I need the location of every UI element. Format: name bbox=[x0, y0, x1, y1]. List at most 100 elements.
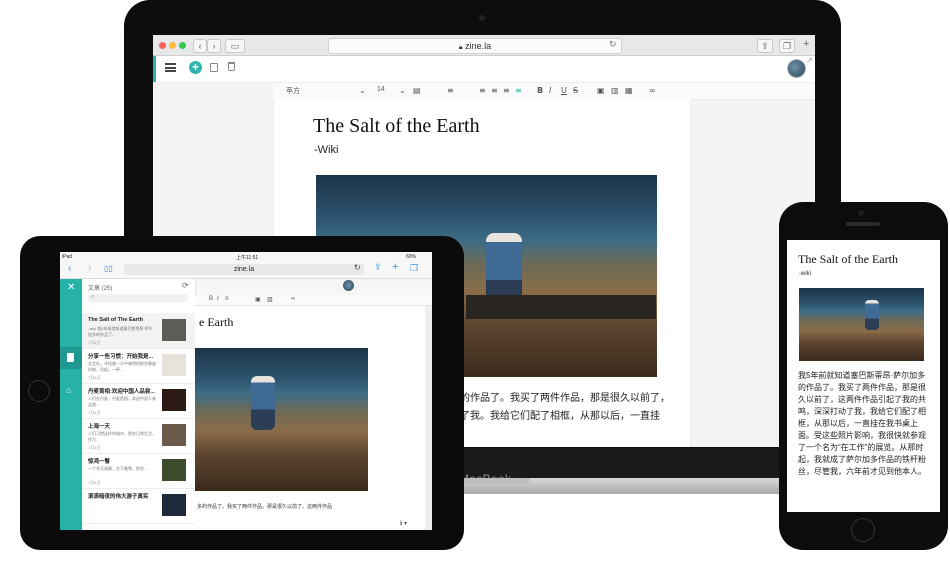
article-list-item[interactable]: 滚滚暗夜的伟大游子真实 bbox=[82, 488, 195, 524]
article-list-panel: 文章 (25) ⟳ ⌕ The Salt of The Earth -wiki 我… bbox=[82, 279, 196, 530]
article-list-item[interactable]: 上海一天 人们习惯这样的城市，那些日常生活，作为... 7月4日 bbox=[82, 418, 195, 454]
reload-icon[interactable]: ↻ bbox=[354, 263, 361, 272]
lock-icon: 🔒︎ bbox=[458, 44, 463, 51]
chevron-down-icon: ⌄ bbox=[399, 86, 406, 95]
battery-level: 60% bbox=[406, 254, 417, 260]
article-list-item[interactable]: 丹麦首相:欢迎中国人品尝... 人们在丹麦，丹麦首相，欢迎中国人来品尝... 7月4… bbox=[82, 383, 195, 419]
link-icon[interactable]: ∞ bbox=[649, 86, 656, 95]
doc-subtitle: -wiki bbox=[799, 271, 811, 277]
article-thumbnail bbox=[162, 319, 186, 341]
bold-icon[interactable]: B bbox=[537, 86, 543, 95]
doc-subtitle: -Wiki bbox=[314, 144, 339, 156]
article-list-item[interactable]: The Salt of The Earth -wiki 我5年前就知道塞巴斯蒂昂·… bbox=[82, 313, 195, 349]
article-excerpt: 一个冬天清晨，在下着雪，那些... bbox=[88, 466, 148, 471]
address-bar[interactable]: 🔒︎ zine.la bbox=[328, 38, 622, 54]
doc-photo bbox=[195, 348, 368, 491]
align-icon[interactable]: ≡ bbox=[225, 296, 229, 302]
sidebar-toggle-icon[interactable]: ▭ bbox=[225, 39, 245, 53]
line-spacing-icon[interactable]: ≡ bbox=[447, 86, 454, 95]
accent-strip bbox=[153, 56, 156, 82]
article-excerpt: 总会在，寻找着一天中难得的那些静谧时刻，早起，一杯... bbox=[88, 361, 156, 372]
home-button[interactable] bbox=[851, 518, 875, 542]
photographer-figure bbox=[251, 376, 275, 430]
list-icon[interactable]: ▤ bbox=[413, 86, 421, 95]
tablet-format-toolbar: B I ≡ ▣ ▥ ∞ bbox=[195, 280, 432, 306]
align-justify-icon[interactable]: ≡ bbox=[515, 86, 522, 95]
underline-icon[interactable]: U bbox=[561, 86, 567, 95]
phone-camera bbox=[858, 210, 864, 216]
strikethrough-icon[interactable]: S bbox=[573, 86, 578, 95]
chevron-down-icon: ⌄ bbox=[359, 86, 366, 95]
nav-articles[interactable] bbox=[60, 347, 82, 369]
article-excerpt: 人们习惯这样的城市，那些日常生活，作为... bbox=[88, 431, 156, 442]
quote-icon[interactable]: ▥ bbox=[267, 296, 273, 303]
bold-icon[interactable]: B bbox=[209, 296, 213, 302]
scrollbar[interactable] bbox=[425, 306, 432, 530]
article-excerpt: -wiki 我5年前就知道塞巴斯蒂昂·萨尔加多的作品了... bbox=[88, 326, 153, 337]
forward-button[interactable]: › bbox=[207, 39, 221, 53]
home-button[interactable] bbox=[28, 380, 50, 402]
italic-icon[interactable]: I bbox=[217, 296, 219, 302]
minimize-window-button[interactable] bbox=[169, 42, 176, 49]
new-tab-icon[interactable]: + bbox=[392, 261, 398, 273]
doc-body: 我5年前就知道塞巴斯蒂昂·萨尔加多的作品了。我买了两件作品，那是很久以前了，这两… bbox=[798, 371, 926, 476]
tabs-icon[interactable]: ❐ bbox=[410, 263, 418, 274]
doc-title: The Salt of the Earth bbox=[798, 252, 898, 266]
font-size-select[interactable]: 14 bbox=[377, 86, 385, 93]
status-bar: iPad 上午11:51 60% bbox=[60, 252, 432, 261]
info-icon[interactable]: ℹ ▾ bbox=[400, 520, 407, 527]
zoom-window-button[interactable] bbox=[179, 42, 186, 49]
link-icon[interactable]: ∞ bbox=[291, 296, 295, 302]
save-icon[interactable] bbox=[210, 63, 218, 72]
tag-icon[interactable]: ⌂ bbox=[66, 385, 71, 395]
doc-body-line: 多的作品了。我买了两件作品，那是很久以前了。这两件作品 bbox=[197, 504, 333, 510]
article-search-input[interactable]: ⌕ bbox=[88, 294, 188, 302]
article-thumbnail bbox=[162, 459, 186, 481]
bookmarks-icon[interactable]: ▯▯ bbox=[104, 264, 113, 273]
new-tab-icon[interactable]: + bbox=[803, 38, 809, 50]
align-center-icon[interactable]: ≡ bbox=[491, 86, 498, 95]
close-window-button[interactable] bbox=[159, 42, 166, 49]
avatar[interactable] bbox=[343, 280, 354, 291]
table-icon[interactable]: ▦ bbox=[625, 86, 633, 95]
article-date: 7月4日 bbox=[88, 480, 101, 485]
back-button[interactable]: ‹ bbox=[193, 39, 207, 53]
tablet-nav-rail: ✕ ⌂ bbox=[60, 279, 82, 530]
expand-icon[interactable]: ↗ bbox=[806, 56, 813, 65]
photographer-figure bbox=[865, 300, 879, 330]
align-left-icon[interactable]: ≡ bbox=[479, 86, 486, 95]
quote-icon[interactable]: ▥ bbox=[611, 86, 619, 95]
article-thumbnail bbox=[162, 389, 186, 411]
phone-screen[interactable]: The Salt of the Earth -wiki 我5年前就知道塞巴斯蒂昂… bbox=[787, 240, 940, 512]
add-icon[interactable]: + bbox=[189, 61, 202, 74]
search-icon: ⌕ bbox=[91, 294, 95, 300]
article-date: 7月4日 bbox=[88, 410, 101, 415]
back-icon[interactable]: ‹ bbox=[68, 263, 71, 274]
image-icon[interactable]: ▣ bbox=[597, 86, 605, 95]
article-list-item[interactable]: 惊鸿一瞥 一个冬天清晨，在下着雪，那些... 7月4日 bbox=[82, 453, 195, 489]
phone-speaker bbox=[846, 222, 880, 226]
menu-icon[interactable] bbox=[165, 63, 176, 72]
article-list-item[interactable]: 分享一些习惯：开始我是... 总会在，寻找着一天中难得的那些静谧时刻，早起，一杯.… bbox=[82, 348, 195, 384]
article-title: 上海一天 bbox=[88, 424, 111, 430]
font-family-select[interactable]: 苹方 bbox=[286, 86, 300, 96]
doc-body-line: 的作品了。我买了两件作品，那是很久以前了， bbox=[460, 393, 670, 404]
align-right-icon[interactable]: ≡ bbox=[503, 86, 510, 95]
trash-icon[interactable] bbox=[228, 62, 235, 71]
italic-icon[interactable]: I bbox=[549, 86, 551, 95]
document-icon bbox=[67, 353, 74, 362]
laptop-camera bbox=[479, 15, 485, 21]
share-icon[interactable]: ⇪ bbox=[374, 262, 382, 273]
image-icon[interactable]: ▣ bbox=[255, 296, 261, 303]
reload-icon[interactable]: ↻ bbox=[609, 39, 617, 50]
article-thumbnail bbox=[162, 354, 186, 376]
article-title: The Salt of The Earth bbox=[88, 317, 144, 323]
tablet-address-bar[interactable]: zine.la bbox=[124, 264, 364, 275]
sync-icon[interactable]: ⟳ bbox=[182, 281, 189, 290]
share-icon[interactable]: ⇪ bbox=[757, 39, 773, 53]
tablet-document[interactable]: e Earth 多的作品了。我买了两件作品，那是很久以前了。这两件作品 bbox=[195, 306, 425, 530]
forward-icon[interactable]: › bbox=[88, 263, 91, 274]
close-icon[interactable]: ✕ bbox=[67, 282, 75, 293]
avatar[interactable] bbox=[787, 59, 806, 78]
tabs-icon[interactable]: ❐ bbox=[779, 39, 795, 53]
